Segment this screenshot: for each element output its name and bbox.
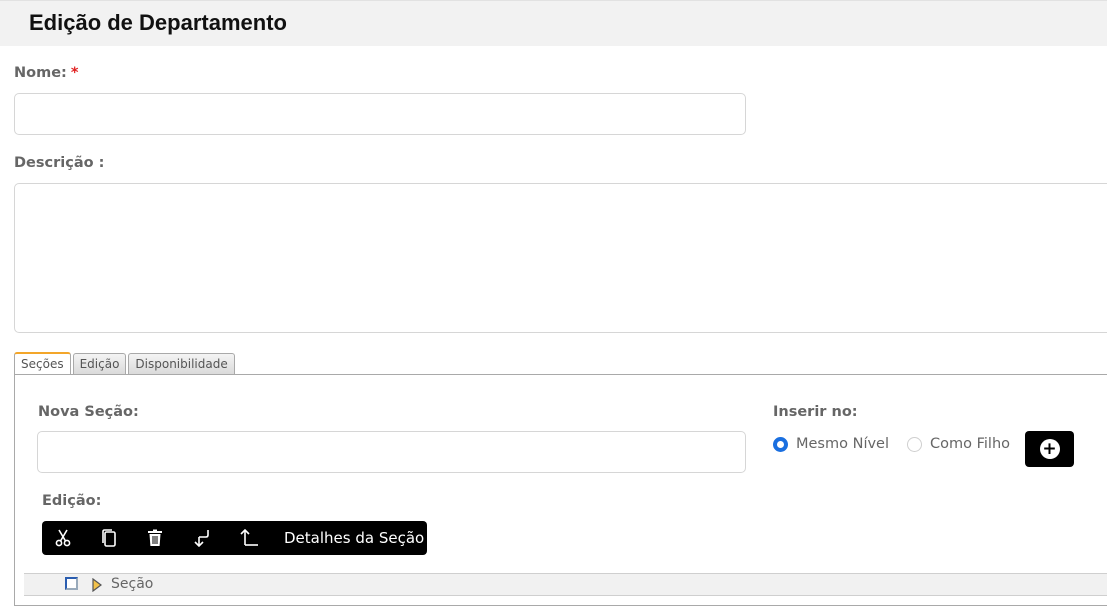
copy-button[interactable] [100, 521, 146, 555]
insert-label: Inserir no: [773, 404, 858, 420]
tree-expand-icon[interactable] [91, 578, 103, 592]
tab-bar: Seções Edição Disponibilidade [14, 351, 237, 376]
move-up-button[interactable] [238, 521, 284, 555]
cut-button[interactable] [54, 521, 100, 555]
trash-icon [148, 529, 162, 546]
name-label-text: Nome: [14, 65, 67, 81]
delete-button[interactable] [146, 521, 192, 555]
name-input[interactable] [14, 93, 746, 135]
insert-options: Mesmo Nível Como Filho [773, 436, 1028, 452]
section-tree: Seção [24, 573, 1107, 596]
plus-circle-icon: + [1039, 439, 1060, 459]
tree-checkbox[interactable] [65, 577, 78, 590]
edit-label: Edição: [42, 493, 102, 509]
add-section-button[interactable]: + [1025, 431, 1074, 467]
description-label: Descrição : [14, 155, 105, 171]
tab-disponibilidade[interactable]: Disponibilidade [128, 353, 235, 375]
name-label: Nome: * [14, 65, 78, 81]
radio-same-level-label[interactable]: Mesmo Nível [796, 436, 889, 452]
required-mark: * [70, 65, 79, 81]
radio-same-level[interactable] [773, 436, 788, 452]
page-title: Edição de Departamento [29, 10, 287, 35]
radio-as-child-label[interactable]: Como Filho [930, 436, 1010, 452]
tab-secoes[interactable]: Seções [14, 352, 71, 376]
new-section-label: Nova Seção: [38, 404, 139, 420]
move-down-button[interactable] [192, 521, 238, 555]
radio-as-child[interactable] [907, 436, 922, 452]
tab-edicao[interactable]: Edição [72, 353, 127, 375]
description-textarea[interactable] [14, 183, 1107, 333]
page-header: Edição de Departamento [0, 0, 1107, 46]
sections-panel [14, 374, 1107, 606]
tree-node-label[interactable]: Seção [111, 576, 153, 592]
new-section-input[interactable] [37, 431, 746, 473]
move-down-icon [194, 530, 209, 547]
move-up-icon [240, 529, 258, 546]
copy-icon [102, 529, 116, 547]
section-details-button[interactable]: Detalhes da Seção [284, 529, 424, 547]
edit-toolbar: Detalhes da Seção [42, 521, 427, 555]
scissors-icon [55, 529, 71, 547]
